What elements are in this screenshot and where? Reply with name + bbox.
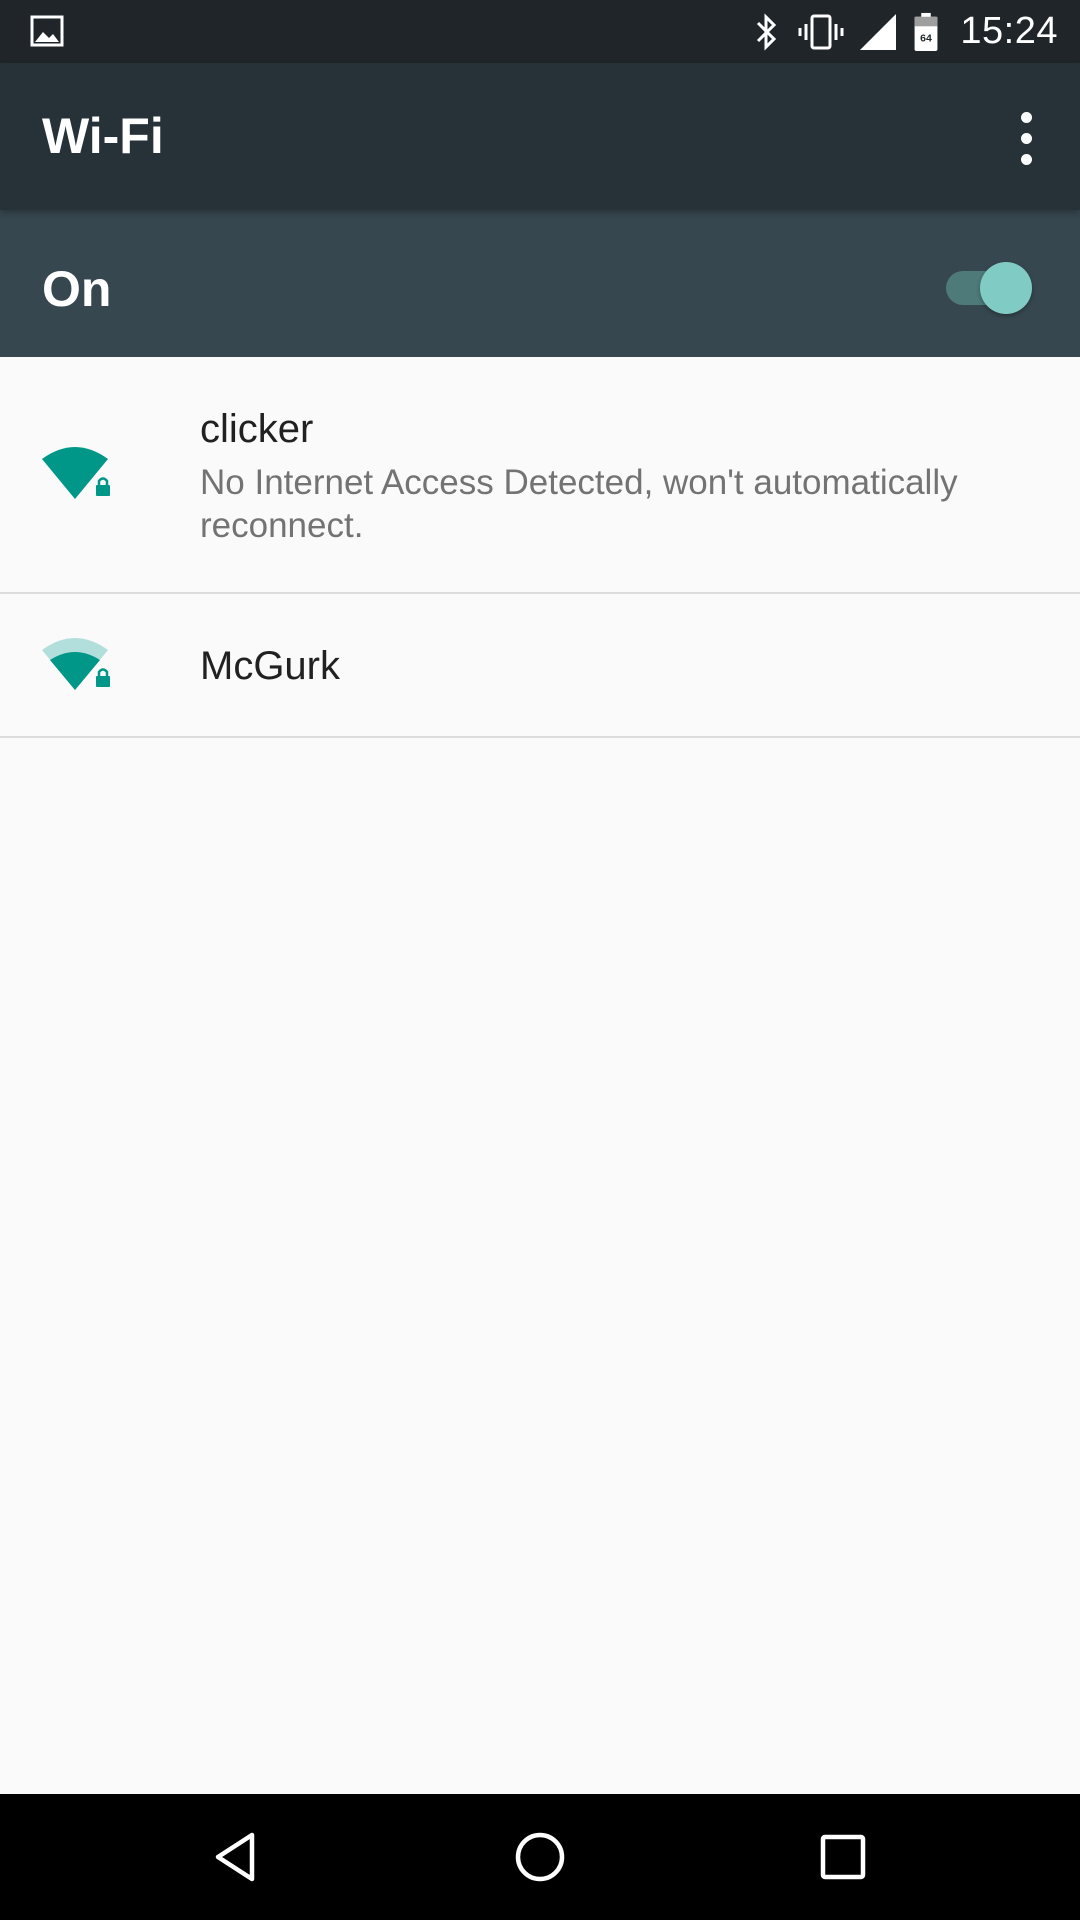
bluetooth-icon — [757, 12, 777, 51]
switch-label: On — [42, 261, 112, 317]
back-icon — [215, 1832, 255, 1882]
home-button[interactable] — [505, 1822, 575, 1892]
back-button[interactable] — [201, 1822, 271, 1892]
wifi-toggle-switch[interactable] — [946, 262, 1032, 314]
home-icon — [515, 1832, 565, 1882]
recents-button[interactable] — [808, 1822, 878, 1892]
status-icons: 64 15:24 — [748, 0, 1058, 63]
network-ssid: McGurk — [200, 644, 340, 688]
wifi-settings-screen: 64 15:24 Wi-Fi On clicker No Internet Ac… — [0, 0, 1080, 1920]
wifi-signal-lock-icon — [42, 447, 110, 499]
navigation-bar — [0, 1794, 1080, 1920]
signal-icon — [860, 13, 897, 50]
network-list: clicker No Internet Access Detected, won… — [0, 357, 1080, 738]
battery-level: 64 — [921, 33, 933, 44]
toggle-thumb — [980, 262, 1032, 314]
wifi-signal-lock-icon — [42, 638, 110, 690]
vibrate-icon — [798, 14, 844, 49]
overflow-dot — [1020, 153, 1032, 165]
status-clock: 15:24 — [960, 10, 1058, 52]
status-bar: 64 15:24 — [0, 0, 1080, 63]
more-vert-icon[interactable] — [996, 103, 1056, 173]
image-notification-icon — [30, 15, 64, 47]
overflow-dot — [1020, 132, 1032, 144]
network-item-clicker[interactable]: clicker No Internet Access Detected, won… — [0, 357, 1080, 594]
wifi-switch-bar[interactable]: On — [0, 210, 1080, 357]
network-summary: No Internet Access Detected, won't autom… — [200, 463, 958, 545]
battery-icon: 64 — [914, 12, 938, 51]
action-bar: Wi-Fi — [0, 63, 1080, 210]
recents-icon — [820, 1834, 866, 1880]
network-ssid: clicker — [200, 407, 314, 451]
overflow-dot — [1020, 111, 1032, 123]
page-title: Wi-Fi — [42, 108, 164, 164]
network-item-mcgurk[interactable]: McGurk — [0, 594, 1080, 738]
